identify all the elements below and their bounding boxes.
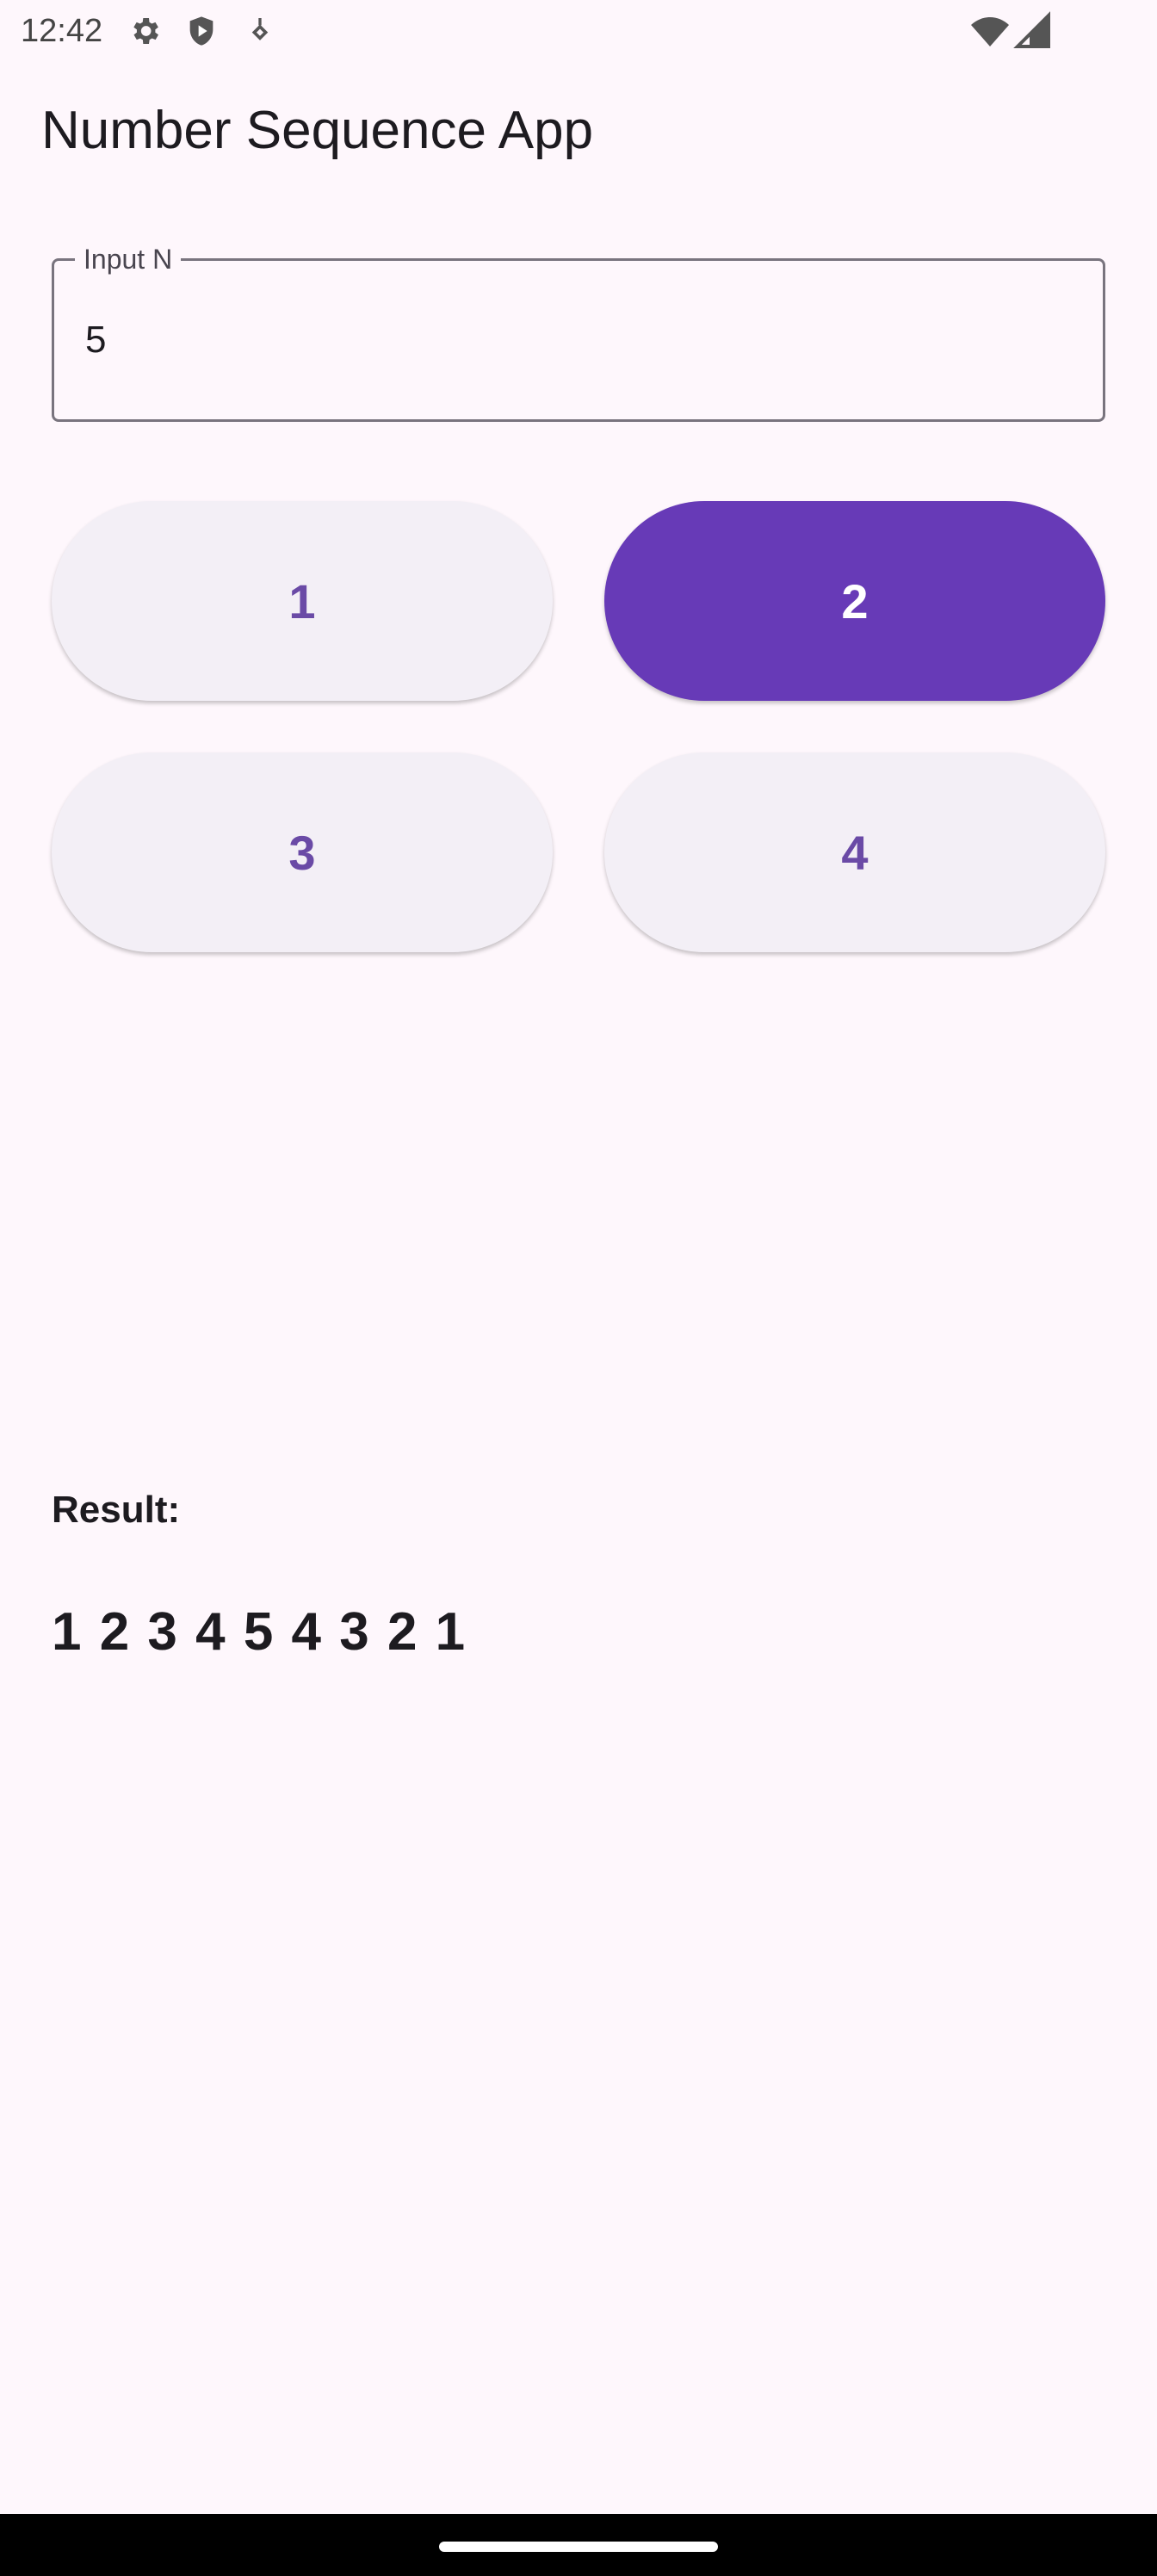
home-gesture-handle[interactable]	[439, 2542, 718, 2552]
status-bar: 12:42	[0, 0, 1157, 62]
wifi-icon	[969, 10, 1011, 52]
page-title: Number Sequence App	[41, 101, 594, 160]
input-n-field[interactable]: Input N	[52, 242, 1105, 422]
result-value: 1 2 3 4 5 4 3 2 1	[52, 1602, 467, 1662]
navigation-bar	[0, 2514, 1157, 2576]
cellular-signal-icon	[1012, 10, 1054, 52]
button-1[interactable]: 1	[52, 501, 553, 701]
gear-icon	[127, 14, 162, 48]
notification-diamond-icon	[243, 14, 277, 48]
shield-play-icon	[184, 14, 219, 48]
result-label: Result:	[52, 1489, 181, 1531]
button-3[interactable]: 3	[52, 752, 553, 952]
button-2[interactable]: 2	[604, 501, 1105, 701]
button-4[interactable]: 4	[604, 752, 1105, 952]
input-n-input[interactable]	[85, 313, 1032, 368]
status-time: 12:42	[21, 13, 103, 49]
input-n-label: Input N	[75, 242, 182, 276]
